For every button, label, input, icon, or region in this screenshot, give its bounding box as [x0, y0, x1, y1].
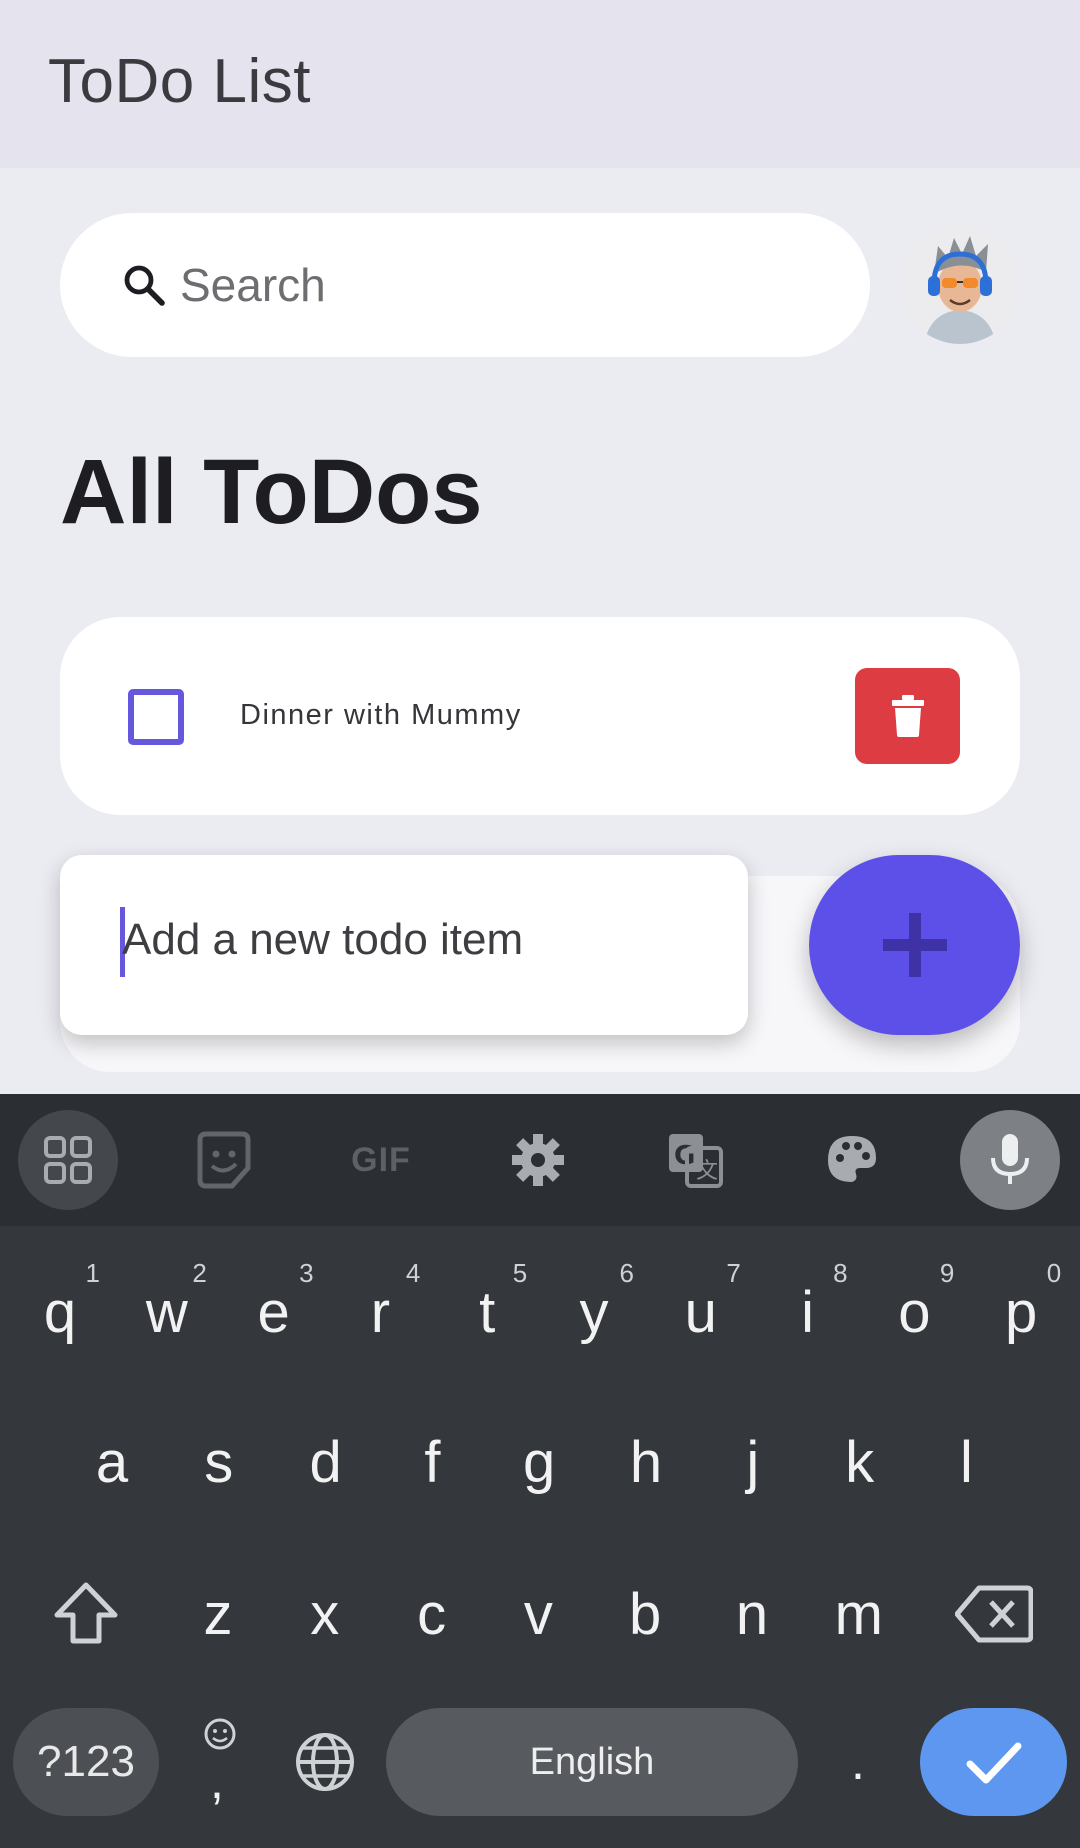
- key-number-hint: 1: [85, 1258, 100, 1288]
- gif-button[interactable]: GIF: [331, 1110, 431, 1210]
- apps-grid-icon[interactable]: [18, 1110, 118, 1210]
- key-z[interactable]: z: [168, 1554, 268, 1674]
- add-todo-field[interactable]: Add a new todo item: [60, 855, 748, 1035]
- enter-key[interactable]: [920, 1708, 1067, 1816]
- key-e[interactable]: e3: [224, 1252, 324, 1372]
- key-b[interactable]: b: [595, 1554, 695, 1674]
- key-h[interactable]: h: [596, 1402, 696, 1522]
- settings-icon[interactable]: [488, 1110, 588, 1210]
- trash-icon: [891, 695, 924, 737]
- translate-icon[interactable]: G 文: [645, 1110, 745, 1210]
- on-screen-keyboard: GIF G 文 q 1 w 2 e 3 r 4 t 5 y 6 u 7 i 8 …: [0, 1094, 1080, 1848]
- symbols-key[interactable]: ?123: [13, 1708, 159, 1816]
- key-r[interactable]: r4: [330, 1252, 430, 1372]
- shift-icon: [54, 1582, 118, 1644]
- key-j[interactable]: j: [703, 1402, 803, 1522]
- comma-label: ,: [210, 1753, 224, 1809]
- todo-item[interactable]: Dinner with Mummy: [60, 617, 1020, 815]
- key-x[interactable]: x: [275, 1554, 375, 1674]
- key-t[interactable]: t5: [437, 1252, 537, 1372]
- key-number-hint: 5: [512, 1258, 528, 1288]
- avatar-image: [900, 224, 1020, 344]
- add-todo-button[interactable]: [809, 855, 1020, 1035]
- key-label: e: [257, 1279, 290, 1345]
- sticker-icon[interactable]: [174, 1110, 274, 1210]
- key-number-hint: 3: [299, 1258, 314, 1288]
- key-label: t: [479, 1279, 496, 1345]
- key-label: i: [801, 1279, 815, 1345]
- svg-text:G: G: [674, 1141, 695, 1171]
- key-label: u: [684, 1279, 717, 1345]
- add-todo-placeholder: Add a new todo item: [122, 915, 524, 964]
- search-icon: [124, 265, 165, 306]
- key-label: y: [579, 1279, 609, 1345]
- key-label: r: [370, 1279, 391, 1345]
- period-label: .: [851, 1734, 865, 1790]
- key-q[interactable]: q1: [10, 1252, 110, 1372]
- key-number-hint: 0: [1046, 1258, 1062, 1288]
- period-key[interactable]: .: [808, 1708, 908, 1816]
- avatar[interactable]: [900, 224, 1020, 344]
- todo-text: Dinner with Mummy: [240, 699, 522, 731]
- key-number-hint: 6: [619, 1258, 634, 1288]
- key-k[interactable]: k: [810, 1402, 910, 1522]
- key-number-hint: 9: [939, 1258, 955, 1288]
- search-bar[interactable]: [60, 213, 870, 357]
- backspace-icon: [955, 1585, 1033, 1643]
- comma-emoji-key[interactable]: ,: [170, 1708, 270, 1816]
- key-number-hint: 4: [405, 1258, 421, 1288]
- language-key[interactable]: [275, 1708, 375, 1816]
- key-i[interactable]: i8: [758, 1252, 858, 1372]
- palette-icon[interactable]: [802, 1110, 902, 1210]
- key-a[interactable]: a: [62, 1402, 162, 1522]
- key-label: q: [43, 1279, 77, 1345]
- key-number-hint: 7: [726, 1258, 741, 1288]
- svg-text:文: 文: [696, 1159, 718, 1184]
- space-key[interactable]: English: [386, 1708, 798, 1816]
- shift-key[interactable]: [36, 1554, 136, 1674]
- delete-button[interactable]: [855, 668, 960, 764]
- key-y[interactable]: y6: [544, 1252, 644, 1372]
- key-l[interactable]: l: [916, 1402, 1016, 1522]
- plus-icon: [882, 913, 947, 977]
- key-n[interactable]: n: [702, 1554, 802, 1674]
- key-v[interactable]: v: [488, 1554, 588, 1674]
- key-w[interactable]: w2: [117, 1252, 217, 1372]
- mic-icon[interactable]: [960, 1110, 1060, 1210]
- key-s[interactable]: s: [169, 1402, 269, 1522]
- key-number-hint: 2: [192, 1258, 207, 1288]
- key-u[interactable]: u7: [651, 1252, 751, 1372]
- key-m[interactable]: m: [809, 1554, 909, 1674]
- key-o[interactable]: o9: [864, 1252, 964, 1372]
- app-title: ToDo List: [48, 47, 311, 116]
- key-label: o: [898, 1279, 931, 1345]
- key-label: p: [1005, 1279, 1038, 1345]
- backspace-key[interactable]: [944, 1554, 1044, 1674]
- key-label: w: [145, 1279, 188, 1345]
- key-number-hint: 8: [833, 1258, 848, 1288]
- key-f[interactable]: f: [382, 1402, 482, 1522]
- globe-icon: [296, 1733, 354, 1791]
- key-p[interactable]: p0: [971, 1252, 1071, 1372]
- keyboard-toolbar: GIF G 文: [0, 1094, 1080, 1226]
- page-title: All ToDos: [60, 441, 483, 543]
- search-input[interactable]: [180, 245, 820, 325]
- todo-checkbox[interactable]: [128, 689, 184, 745]
- checkmark-icon: [966, 1742, 1021, 1784]
- key-d[interactable]: d: [276, 1402, 376, 1522]
- key-c[interactable]: c: [382, 1554, 482, 1674]
- key-g[interactable]: g: [489, 1402, 589, 1522]
- app-bar: ToDo List: [0, 0, 1080, 168]
